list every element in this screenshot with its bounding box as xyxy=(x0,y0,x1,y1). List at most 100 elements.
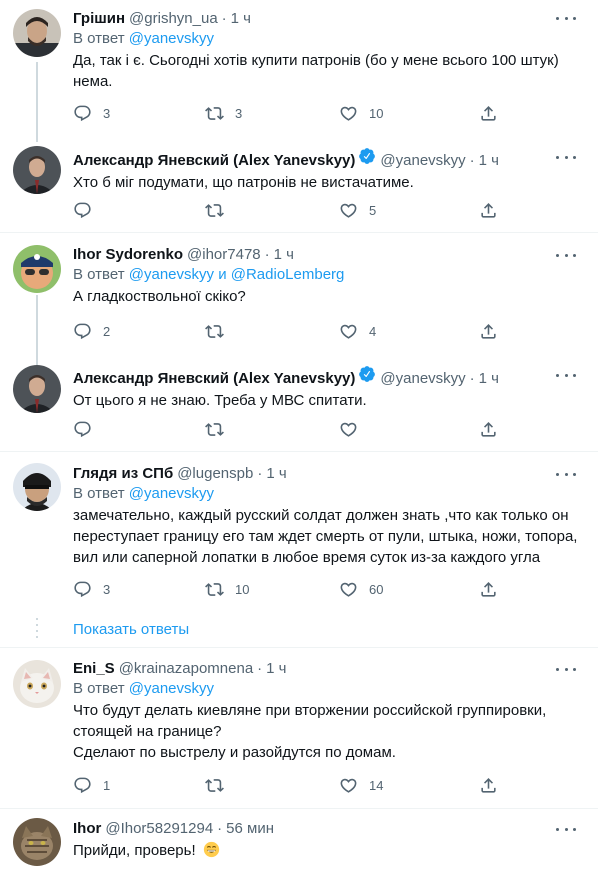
tweet-3[interactable]: Ihor Sydorenko @ihor7478 · 1 ч В ответ @… xyxy=(0,233,598,365)
grinning-emoji-icon xyxy=(203,841,219,858)
retweet-icon xyxy=(205,583,224,596)
timestamp[interactable]: 1 ч xyxy=(266,659,286,679)
retweet-count: 10 xyxy=(235,582,250,597)
tweet-5[interactable]: Глядя из СПб @lugenspb · 1 ч В ответ @ya… xyxy=(0,452,598,612)
separator-dot: · xyxy=(257,660,263,677)
tweet-text: Что будут делать киевляне при вторжении … xyxy=(73,700,582,763)
tweet-2[interactable]: Александр Яневский (Alex Yanevskyy) @yan… xyxy=(0,136,598,233)
more-options-button[interactable] xyxy=(556,13,576,23)
tweet-1[interactable]: Грішин @grishyn_ua · 1 ч В ответ @yanevs… xyxy=(0,0,598,142)
tweet-text: От цього я не знаю. Треба у МВС спитати. xyxy=(73,392,367,409)
share-button[interactable] xyxy=(479,580,498,599)
share-button[interactable] xyxy=(479,104,498,123)
author-handle[interactable]: @grishyn_ua xyxy=(129,9,218,29)
timestamp[interactable]: 1 ч xyxy=(479,151,499,171)
avatar[interactable] xyxy=(13,245,61,293)
share-button[interactable] xyxy=(479,776,498,795)
reply-context: В ответ @yanevskyy xyxy=(73,484,582,504)
reply-button[interactable] xyxy=(73,420,103,439)
mention-link[interactable]: @yanevskyy xyxy=(129,266,214,283)
timestamp[interactable]: 1 ч xyxy=(274,245,294,265)
reply-count: 3 xyxy=(103,582,111,597)
retweet-button[interactable] xyxy=(205,776,235,795)
separator-dot: · xyxy=(257,465,263,482)
reply-button[interactable] xyxy=(73,201,103,220)
author-handle[interactable]: @yanevskyy xyxy=(380,369,465,389)
like-button[interactable]: 60 xyxy=(339,580,383,599)
retweet-button[interactable] xyxy=(205,420,235,439)
reply-icon xyxy=(74,581,91,598)
separator-dot: · xyxy=(264,246,270,263)
retweet-count: 3 xyxy=(235,106,243,121)
more-icon xyxy=(556,827,559,831)
author-handle[interactable]: @Ihor58291294 xyxy=(105,819,213,839)
more-options-button[interactable] xyxy=(556,250,576,260)
author-name[interactable]: Глядя из СПб xyxy=(73,464,173,484)
verified-badge-icon xyxy=(359,366,376,382)
reply-button[interactable]: 3 xyxy=(73,580,110,599)
more-options-button[interactable] xyxy=(556,152,576,162)
avatar[interactable] xyxy=(13,818,61,866)
tweet-4[interactable]: Александр Яневский (Alex Yanevskyy) @yan… xyxy=(0,353,598,452)
timestamp[interactable]: 1 ч xyxy=(231,9,251,29)
mention-link[interactable]: @RadioLemberg xyxy=(231,266,345,283)
retweet-button[interactable] xyxy=(205,322,235,341)
more-options-button[interactable] xyxy=(556,469,576,479)
thread-dots xyxy=(36,618,38,638)
more-icon xyxy=(556,373,559,377)
like-button[interactable]: 10 xyxy=(339,104,383,123)
separator-dot: · xyxy=(217,820,223,837)
retweet-button[interactable] xyxy=(205,201,235,220)
verified-badge-icon xyxy=(359,148,376,164)
tweet-6[interactable]: Eni_S @krainazapomnena · 1 ч В ответ @ya… xyxy=(0,648,598,809)
share-icon xyxy=(481,778,496,793)
tweet-text-body: Прийди, проверь! xyxy=(73,842,196,859)
reply-button[interactable]: 1 xyxy=(73,776,110,795)
author-name[interactable]: Eni_S xyxy=(73,659,115,679)
like-button[interactable]: 4 xyxy=(339,322,376,341)
author-name[interactable]: Ihor Sydorenko xyxy=(73,245,183,265)
like-count: 14 xyxy=(369,778,384,793)
more-icon xyxy=(556,472,559,476)
author-name[interactable]: Грішин xyxy=(73,9,125,29)
author-name[interactable]: Александр Яневский (Alex Yanevskyy) xyxy=(73,369,355,389)
share-button[interactable] xyxy=(479,322,498,341)
separator-dot: · xyxy=(469,370,475,387)
more-icon xyxy=(556,253,559,257)
reply-prefix: В ответ xyxy=(73,30,125,47)
like-button[interactable] xyxy=(339,420,369,439)
retweet-button[interactable]: 3 xyxy=(205,104,242,123)
more-options-button[interactable] xyxy=(556,824,576,834)
share-button[interactable] xyxy=(479,201,498,220)
author-handle[interactable]: @lugenspb xyxy=(177,464,253,484)
author-name[interactable]: Александр Яневский (Alex Yanevskyy) xyxy=(73,151,355,171)
show-replies-link[interactable]: Показать ответы xyxy=(73,620,189,640)
author-name[interactable]: Ihor xyxy=(73,819,101,839)
timestamp[interactable]: 1 ч xyxy=(266,464,286,484)
like-button[interactable]: 5 xyxy=(339,201,376,220)
timestamp[interactable]: 56 мин xyxy=(226,819,274,839)
timestamp[interactable]: 1 ч xyxy=(479,369,499,389)
more-options-button[interactable] xyxy=(556,370,576,380)
mention-link[interactable]: @yanevskyy xyxy=(129,485,214,502)
avatar[interactable] xyxy=(13,365,61,413)
like-button[interactable]: 14 xyxy=(339,776,383,795)
tweet-7[interactable]: Ihor @Ihor58291294 · 56 мин Прийди, пров… xyxy=(0,809,598,870)
reply-button[interactable]: 3 xyxy=(73,104,110,123)
avatar[interactable] xyxy=(13,9,61,57)
thread-line xyxy=(36,62,38,142)
author-handle[interactable]: @yanevskyy xyxy=(380,151,465,171)
share-button[interactable] xyxy=(479,420,498,439)
author-handle[interactable]: @krainazapomnena xyxy=(119,659,253,679)
retweet-button[interactable]: 10 xyxy=(205,580,249,599)
avatar[interactable] xyxy=(13,660,61,708)
avatar[interactable] xyxy=(13,463,61,511)
reply-icon xyxy=(74,421,91,438)
mention-link[interactable]: @yanevskyy xyxy=(129,30,214,47)
reply-button[interactable]: 2 xyxy=(73,322,110,341)
avatar[interactable] xyxy=(13,146,61,194)
mention-link[interactable]: @yanevskyy xyxy=(129,680,214,697)
reply-prefix: В ответ xyxy=(73,266,125,283)
more-options-button[interactable] xyxy=(556,664,576,674)
author-handle[interactable]: @ihor7478 xyxy=(187,245,261,265)
